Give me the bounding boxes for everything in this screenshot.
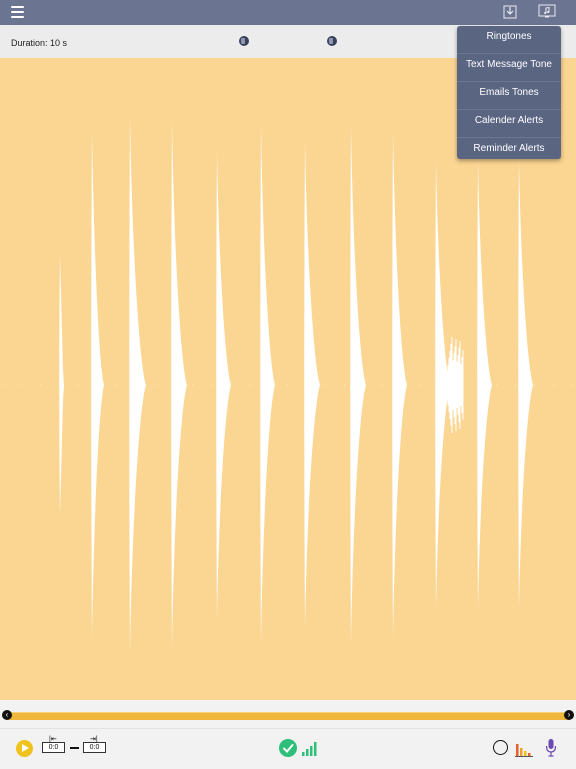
bottom-toolbar: |⇤ 0:0 ⇥| 0:0 xyxy=(0,728,576,769)
music-note-screen-icon[interactable] xyxy=(538,4,556,19)
signal-bars-icon[interactable] xyxy=(301,740,319,757)
menu-item-ringtones[interactable]: Ringtones xyxy=(457,26,561,54)
start-marker-icon[interactable] xyxy=(239,36,249,46)
waveform-spike xyxy=(216,150,231,620)
waveform-spike xyxy=(260,125,275,645)
download-tray-icon[interactable] xyxy=(503,4,517,19)
checkmark-icon[interactable] xyxy=(279,739,297,757)
chevron-right-icon[interactable]: › xyxy=(564,710,574,720)
menu-item-text-message-tone[interactable]: Text Message Tone xyxy=(457,54,561,82)
start-time-field[interactable]: 0:0 xyxy=(42,742,65,753)
timeline-track[interactable] xyxy=(4,712,572,720)
menu-item-calender-alerts[interactable]: Calender Alerts xyxy=(457,110,561,138)
scrubber: ‹ › xyxy=(0,700,576,728)
duration-label: Duration: xyxy=(11,38,48,48)
record-circle-icon[interactable] xyxy=(493,740,508,755)
waveform-spike xyxy=(129,115,146,655)
play-icon[interactable] xyxy=(16,740,33,757)
waveform-spike xyxy=(392,130,407,640)
duration-value: 10 s xyxy=(50,38,68,48)
ringtone-type-menu: Ringtones Text Message Tone Emails Tones… xyxy=(457,26,561,159)
waveform-burst xyxy=(447,337,464,433)
chevron-left-icon[interactable]: ‹ xyxy=(2,710,12,720)
end-time-field[interactable]: 0:0 xyxy=(83,742,106,753)
range-dash xyxy=(70,747,79,749)
menu-item-emails-tones[interactable]: Emails Tones xyxy=(457,82,561,110)
waveform-spike xyxy=(477,160,492,610)
menu-item-reminder-alerts[interactable]: Reminder Alerts xyxy=(457,138,561,159)
microphone-icon[interactable] xyxy=(544,738,558,758)
top-bar xyxy=(0,0,576,25)
end-marker-icon[interactable] xyxy=(327,36,337,46)
waveform-spike xyxy=(518,160,533,610)
equalizer-icon[interactable] xyxy=(515,740,533,757)
hamburger-menu-icon[interactable] xyxy=(11,6,24,18)
